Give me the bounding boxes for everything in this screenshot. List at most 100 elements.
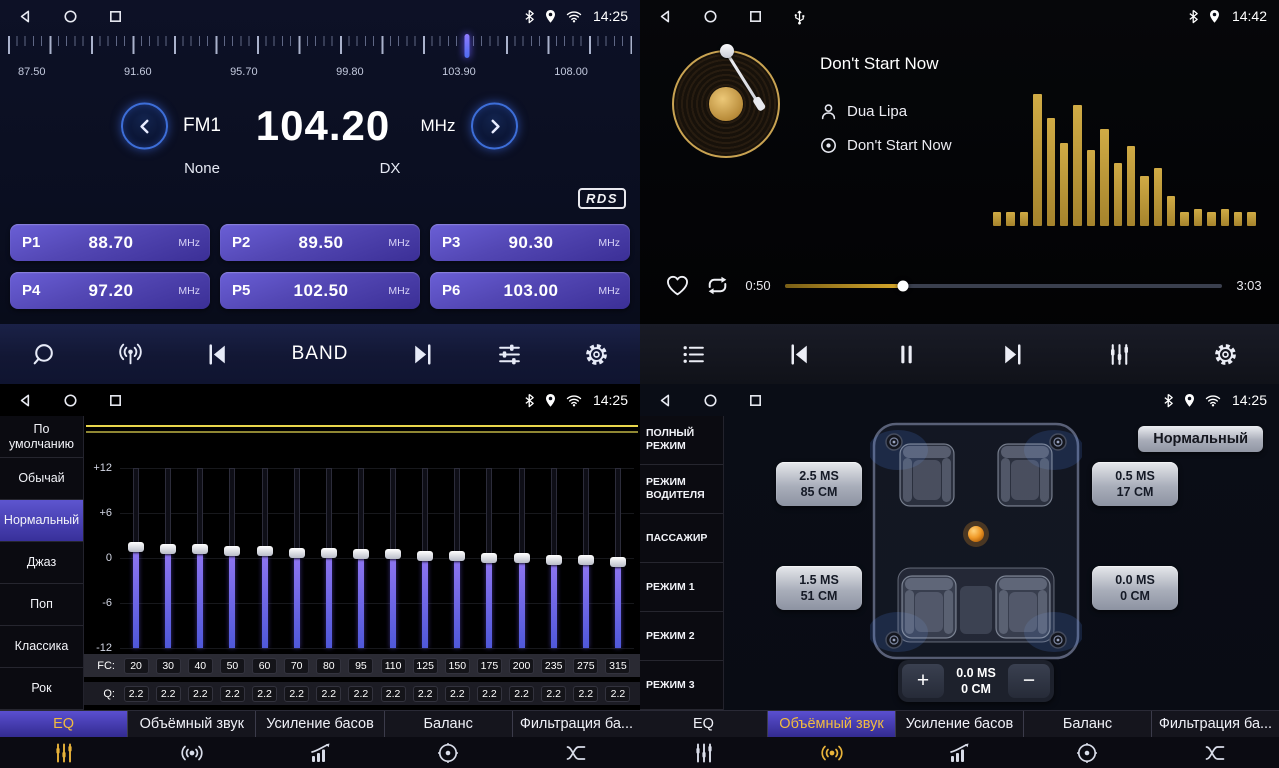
preset-button[interactable]: P4 97.20 MHz xyxy=(10,272,210,309)
audio-tab[interactable]: EQ xyxy=(0,711,128,737)
previous-icon[interactable] xyxy=(204,341,231,368)
back-icon[interactable] xyxy=(658,9,673,24)
back-icon[interactable] xyxy=(18,9,33,24)
balance-icon[interactable] xyxy=(384,737,512,768)
settings-icon[interactable] xyxy=(583,341,610,368)
playlist-icon[interactable] xyxy=(680,341,707,368)
eq-band-slider[interactable] xyxy=(570,468,602,648)
preset-button[interactable]: P3 90.30 MHz xyxy=(430,224,630,261)
eq-slider-handle[interactable] xyxy=(578,555,594,565)
frequency-ruler[interactable]: 87.5091.6095.7099.80103.90108.00 xyxy=(8,34,632,90)
recents-icon[interactable] xyxy=(108,393,123,408)
equalizer-icon[interactable] xyxy=(640,737,768,768)
eq-band-slider[interactable] xyxy=(152,468,184,648)
sound-profile-button[interactable]: Нормальный xyxy=(1138,426,1263,452)
eq-slider-handle[interactable] xyxy=(385,549,401,559)
broadcast-icon[interactable] xyxy=(117,341,144,368)
delay-rear-left-button[interactable]: 1.5 MS 51 CM xyxy=(776,566,862,610)
surround-mode-item[interactable]: ПОЛНЫЙ РЕЖИМ xyxy=(640,416,723,465)
home-icon[interactable] xyxy=(63,393,78,408)
seek-bar-thumb[interactable] xyxy=(897,280,908,291)
eq-band-slider[interactable] xyxy=(249,468,281,648)
surround-mode-item[interactable]: РЕЖИМ ВОДИТЕЛЯ xyxy=(640,465,723,514)
eq-slider-handle[interactable] xyxy=(224,546,240,556)
eq-slider-handle[interactable] xyxy=(321,548,337,558)
eq-slider-handle[interactable] xyxy=(417,551,433,561)
back-icon[interactable] xyxy=(658,393,673,408)
eq-band-slider[interactable] xyxy=(602,468,634,648)
eq-band-slider[interactable] xyxy=(216,468,248,648)
preset-button[interactable]: P5 102.50 MHz xyxy=(220,272,420,309)
eq-slider-handle[interactable] xyxy=(449,551,465,561)
eq-preset-item[interactable]: Нормальный xyxy=(0,500,83,542)
home-icon[interactable] xyxy=(703,393,718,408)
home-icon[interactable] xyxy=(63,9,78,24)
tune-down-button[interactable] xyxy=(121,103,168,150)
surround-mode-item[interactable]: РЕЖИМ 1 xyxy=(640,563,723,612)
eq-slider-handle[interactable] xyxy=(353,549,369,559)
next-icon[interactable] xyxy=(999,341,1026,368)
surround-icon[interactable] xyxy=(768,737,896,768)
mixer-icon[interactable] xyxy=(1106,341,1133,368)
audio-tab[interactable]: Усиление басов xyxy=(896,711,1024,737)
equalizer-icon[interactable] xyxy=(0,737,128,768)
bass-boost-icon[interactable] xyxy=(256,737,384,768)
audio-tab[interactable]: Баланс xyxy=(385,711,513,737)
balance-icon[interactable] xyxy=(1023,737,1151,768)
eq-band-slider[interactable] xyxy=(184,468,216,648)
eq-slider-handle[interactable] xyxy=(128,542,144,552)
eq-band-slider[interactable] xyxy=(506,468,538,648)
bass-boost-icon[interactable] xyxy=(896,737,1024,768)
tuner-needle[interactable] xyxy=(464,34,469,58)
audio-tab[interactable]: Объёмный звук xyxy=(768,711,896,737)
preset-button[interactable]: P1 88.70 MHz xyxy=(10,224,210,261)
eq-band-slider[interactable] xyxy=(377,468,409,648)
surround-icon[interactable] xyxy=(128,737,256,768)
eq-slider-handle[interactable] xyxy=(610,557,626,567)
eq-band-slider[interactable] xyxy=(120,468,152,648)
tone-sliders-icon[interactable] xyxy=(496,341,523,368)
previous-icon[interactable] xyxy=(786,341,813,368)
eq-slider-handle[interactable] xyxy=(546,555,562,565)
eq-band-slider[interactable] xyxy=(538,468,570,648)
recents-icon[interactable] xyxy=(748,393,763,408)
eq-band-slider[interactable] xyxy=(473,468,505,648)
eq-preset-item[interactable]: По умолчанию xyxy=(0,416,83,458)
delay-front-right-button[interactable]: 0.5 MS 17 CM xyxy=(1092,462,1178,506)
back-icon[interactable] xyxy=(18,393,33,408)
eq-band-slider[interactable] xyxy=(441,468,473,648)
recents-icon[interactable] xyxy=(748,9,763,24)
eq-band-slider[interactable] xyxy=(313,468,345,648)
increase-delay-button[interactable]: + xyxy=(902,664,944,698)
eq-band-slider[interactable] xyxy=(409,468,441,648)
audio-tab[interactable]: Усиление басов xyxy=(256,711,384,737)
home-icon[interactable] xyxy=(703,9,718,24)
audio-tab[interactable]: Фильтрация ба... xyxy=(513,711,640,737)
audio-tab[interactable]: Баланс xyxy=(1024,711,1152,737)
seek-bar[interactable] xyxy=(785,284,1222,288)
crossover-icon[interactable] xyxy=(512,737,640,768)
eq-slider-handle[interactable] xyxy=(289,548,305,558)
favorite-icon[interactable] xyxy=(664,272,691,299)
decrease-delay-button[interactable]: − xyxy=(1008,664,1050,698)
eq-preset-item[interactable]: Поп xyxy=(0,584,83,626)
eq-preset-item[interactable]: Джаз xyxy=(0,542,83,584)
settings-icon[interactable] xyxy=(1212,341,1239,368)
eq-preset-item[interactable]: Классика xyxy=(0,626,83,668)
eq-slider-handle[interactable] xyxy=(160,544,176,554)
eq-preset-item[interactable]: Обычай xyxy=(0,458,83,500)
next-icon[interactable] xyxy=(409,341,436,368)
eq-band-slider[interactable] xyxy=(281,468,313,648)
audio-tab[interactable]: Фильтрация ба... xyxy=(1152,711,1279,737)
band-button[interactable]: BAND xyxy=(292,343,349,365)
crossover-icon[interactable] xyxy=(1151,737,1279,768)
tune-up-button[interactable] xyxy=(471,103,518,150)
eq-slider-handle[interactable] xyxy=(257,546,273,556)
preset-button[interactable]: P6 103.00 MHz xyxy=(430,272,630,309)
scan-icon[interactable] xyxy=(30,341,57,368)
recents-icon[interactable] xyxy=(108,9,123,24)
delay-rear-right-button[interactable]: 0.0 MS 0 CM xyxy=(1092,566,1178,610)
eq-preset-item[interactable]: Рок xyxy=(0,668,83,710)
audio-tab[interactable]: EQ xyxy=(640,711,768,737)
audio-tab[interactable]: Объёмный звук xyxy=(128,711,256,737)
